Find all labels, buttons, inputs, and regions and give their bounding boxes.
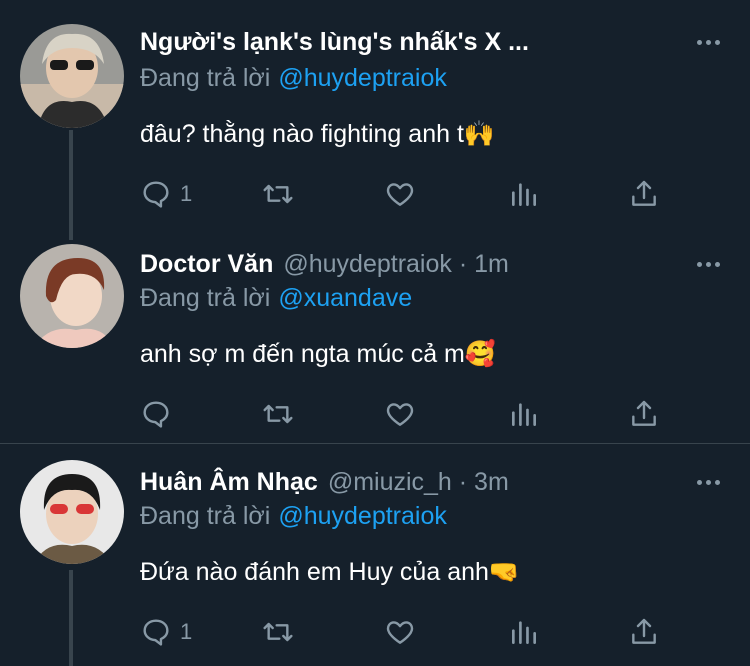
replying-to-label: Đang trả lời bbox=[140, 64, 271, 92]
mention-link[interactable]: @huydeptraiok bbox=[278, 64, 447, 92]
retweet-icon bbox=[263, 622, 293, 642]
like-button[interactable] bbox=[384, 394, 416, 434]
tweet[interactable]: Doctor Văn @huydeptraiok · 1m Đang trả l… bbox=[0, 222, 750, 444]
handle-and-time[interactable]: @huydeptraiok · 1m bbox=[283, 250, 508, 279]
retweet-button[interactable] bbox=[262, 612, 294, 652]
analytics-button[interactable] bbox=[508, 612, 540, 652]
like-button[interactable] bbox=[384, 612, 416, 652]
tweet-text: anh sợ m đến ngta múc cả m🥰 bbox=[140, 340, 497, 368]
more-icon[interactable] bbox=[692, 32, 724, 52]
replying-to-label: Đang trả lời bbox=[140, 284, 271, 312]
replying-to-label: Đang trả lời bbox=[140, 502, 271, 530]
analytics-icon bbox=[512, 621, 536, 644]
display-name[interactable]: Người's lạnk's lùng's nhấk's X ... bbox=[140, 28, 529, 57]
handle-and-time[interactable]: @miuzic_h · 3m bbox=[328, 468, 509, 497]
retweet-button[interactable] bbox=[262, 394, 294, 434]
more-icon[interactable] bbox=[692, 254, 724, 274]
mention-link[interactable]: @xuandave bbox=[278, 284, 412, 312]
replying-to: Đang trả lời @huydeptraiok bbox=[140, 502, 447, 531]
display-name[interactable]: Huân Âm Nhạc bbox=[140, 468, 318, 497]
comment-icon bbox=[143, 619, 169, 646]
tweet-header: Huân Âm Nhạc @miuzic_h · 3m bbox=[140, 464, 680, 500]
like-button[interactable] bbox=[384, 174, 416, 214]
mention-link[interactable]: @huydeptraiok bbox=[278, 502, 447, 530]
display-name[interactable]: Doctor Văn bbox=[140, 250, 273, 279]
reply-count: 1 bbox=[180, 181, 193, 206]
replying-to: Đang trả lời @xuandave bbox=[140, 284, 412, 313]
avatar[interactable] bbox=[20, 244, 124, 348]
analytics-button[interactable] bbox=[508, 394, 540, 434]
retweet-icon bbox=[263, 404, 293, 424]
replying-to: Đang trả lời @huydeptraiok bbox=[140, 64, 447, 93]
tweet-text: Đứa nào đánh em Huy của anh🤜 bbox=[140, 558, 521, 586]
comment-icon bbox=[143, 181, 169, 208]
share-icon bbox=[632, 618, 656, 644]
tweet[interactable]: Người's lạnk's lùng's nhấk's X ... Đang … bbox=[0, 0, 750, 222]
reply-button[interactable]: 1 bbox=[140, 174, 192, 214]
heart-icon bbox=[386, 403, 414, 426]
reply-button[interactable]: 1 bbox=[140, 612, 192, 652]
reply-count: 1 bbox=[180, 619, 193, 644]
share-button[interactable] bbox=[628, 612, 660, 652]
share-button[interactable] bbox=[628, 394, 660, 434]
tweet-actions bbox=[140, 394, 680, 434]
heart-icon bbox=[386, 183, 414, 206]
analytics-icon bbox=[512, 183, 536, 206]
tweet-actions: 1 bbox=[140, 612, 680, 652]
avatar[interactable] bbox=[20, 460, 124, 564]
retweet-button[interactable] bbox=[262, 174, 294, 214]
retweet-icon bbox=[263, 184, 293, 204]
avatar[interactable] bbox=[20, 24, 124, 128]
tweet-header: Doctor Văn @huydeptraiok · 1m bbox=[140, 246, 680, 282]
reply-button[interactable] bbox=[140, 394, 180, 434]
analytics-icon bbox=[512, 403, 536, 426]
share-button[interactable] bbox=[628, 174, 660, 214]
share-icon bbox=[632, 180, 656, 206]
more-icon[interactable] bbox=[692, 472, 724, 492]
heart-icon bbox=[386, 621, 414, 644]
tweet-actions: 1 bbox=[140, 174, 680, 214]
tweet[interactable]: Huân Âm Nhạc @miuzic_h · 3m Đang trả lời… bbox=[0, 444, 750, 666]
share-icon bbox=[632, 400, 656, 426]
analytics-button[interactable] bbox=[508, 174, 540, 214]
comment-icon bbox=[143, 401, 169, 428]
tweet-header: Người's lạnk's lùng's nhấk's X ... bbox=[140, 24, 680, 60]
tweet-text: đâu? thằng nào fighting anh t🙌 bbox=[140, 120, 496, 148]
